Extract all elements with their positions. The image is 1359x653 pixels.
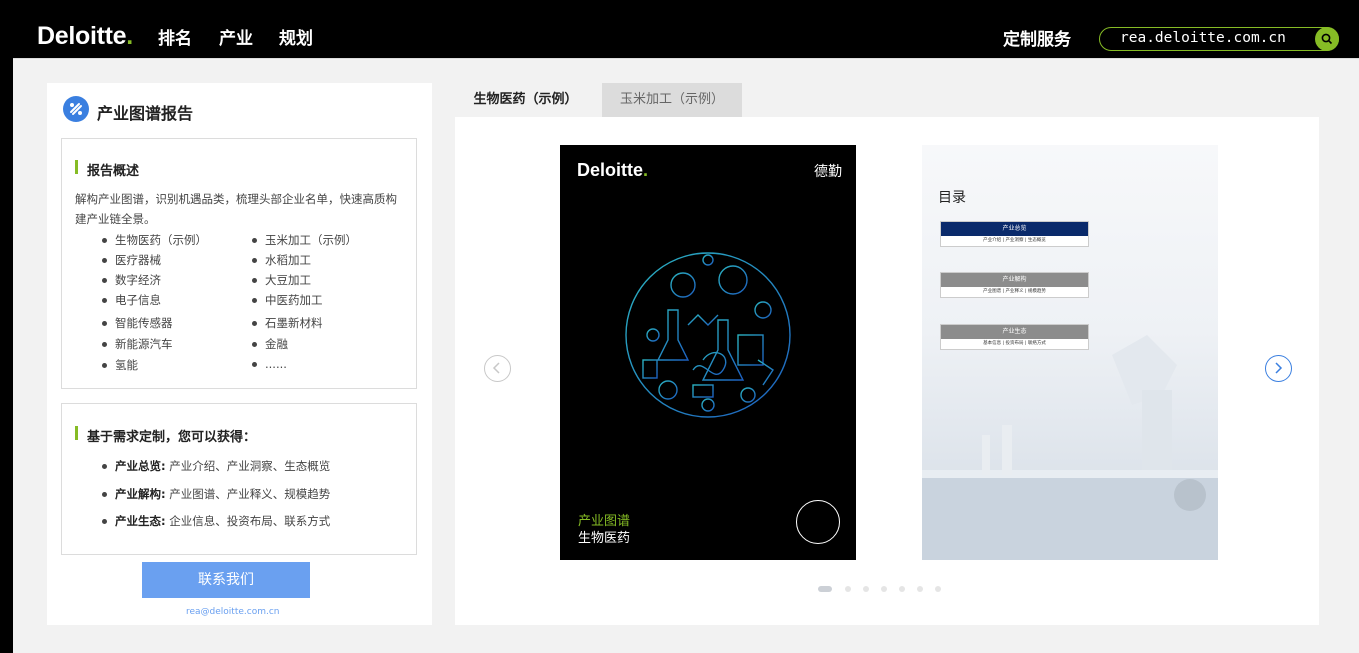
toc-section-structure: 产业解构 产业图谱 | 产业释义 | 规模趋势 (940, 272, 1089, 298)
toc-section-title: 产业总览 (941, 222, 1088, 236)
bullet-icon (252, 362, 257, 367)
bullet-icon (102, 238, 107, 243)
nav-item-custom-service[interactable]: 定制服务 (1003, 25, 1071, 50)
list-item: 水稻加工 (252, 252, 311, 268)
deloitte-logo[interactable]: Deloitte. (37, 22, 133, 51)
overview-heading: 报告概述 (87, 164, 140, 179)
nav-item-ranking[interactable]: 排名 (158, 24, 192, 49)
bullet-icon (102, 321, 107, 326)
report-toc-page: 目录 产业总览 产业介绍 | 产业洞察 | 生态概览 产业解构 产业图谱 | 产… (922, 145, 1218, 560)
list-item: 生物医药（示例） (102, 232, 207, 248)
cover-logo: Deloitte. (577, 160, 649, 180)
site-search-box[interactable]: rea.deloitte.com.cn (1099, 27, 1339, 51)
biomedicine-illustration-icon (625, 252, 791, 418)
list-item: 产业生态: 企业信息、投资布局、联系方式 (102, 513, 330, 529)
list-item: 中医药加工 (252, 292, 323, 308)
report-cover-page: Deloitte. 德勤 产业图谱 生物医药 (560, 145, 856, 560)
list-item: 金融 (252, 336, 288, 352)
bullet-icon (252, 278, 257, 283)
cover-brand-cn: 德勤 (814, 164, 842, 180)
pagination-dot[interactable] (917, 586, 923, 592)
list-item: 氢能 (102, 357, 138, 373)
section-accent-bar (75, 426, 78, 440)
tab-biomedicine[interactable]: 生物医药（示例） (455, 83, 596, 117)
bullet-icon (252, 238, 257, 243)
bullet-icon (102, 464, 107, 469)
bullet-icon (102, 342, 107, 347)
pagination-dot[interactable] (845, 586, 851, 592)
custom-heading: 基于需求定制，您可以获得： (87, 430, 257, 445)
cover-title-line2: 生物医药 (578, 531, 631, 546)
contact-us-button[interactable]: 联系我们 (142, 562, 310, 598)
bullet-icon (102, 278, 107, 283)
nav-item-industry[interactable]: 产业 (219, 24, 253, 49)
pagination-dot[interactable] (881, 586, 887, 592)
pagination-dot[interactable] (863, 586, 869, 592)
list-item: 医疗器械 (102, 252, 161, 268)
map-report-icon (63, 96, 89, 122)
toc-section-title: 产业生态 (941, 325, 1088, 339)
list-item: 产业解构: 产业图谱、产业释义、规模趋势 (102, 486, 330, 502)
list-item: 电子信息 (102, 292, 161, 308)
chevron-right-icon (1275, 362, 1283, 374)
nav-item-planning[interactable]: 规划 (279, 24, 313, 49)
pagination-dot[interactable] (935, 586, 941, 592)
contact-email-link[interactable]: rea@deloitte.com.cn (186, 607, 280, 617)
toc-section-overview: 产业总览 产业介绍 | 产业洞察 | 生态概览 (940, 221, 1089, 247)
toc-section-title: 产业解构 (941, 273, 1088, 287)
bullet-icon (252, 258, 257, 263)
carousel-prev-button[interactable] (484, 355, 511, 382)
list-item: 数字经济 (102, 272, 161, 288)
panel-title: 产业图谱报告 (97, 104, 194, 123)
bullet-icon (102, 519, 107, 524)
pagination-dot[interactable] (899, 586, 905, 592)
list-item: 玉米加工（示例） (252, 232, 357, 248)
search-icon[interactable] (1315, 27, 1339, 51)
bullet-icon (102, 298, 107, 303)
carousel-next-button[interactable] (1265, 355, 1292, 382)
toc-section-ecosystem: 产业生态 基本信息 | 投资布局 | 联络方式 (940, 324, 1089, 350)
anniversary-badge-icon (796, 500, 840, 544)
list-item: 新能源汽车 (102, 336, 173, 352)
site-url-text: rea.deloitte.com.cn (1120, 30, 1286, 46)
bullet-icon (102, 258, 107, 263)
toc-title: 目录 (938, 190, 966, 206)
pagination-dot-active[interactable] (818, 586, 832, 592)
overview-description: 解构产业图谱，识别机遇品类，梳理头部企业名单，快速高质构建产业链全景。 (75, 192, 397, 226)
bullet-icon (252, 321, 257, 326)
top-navigation-bar: Deloitte. 排名 产业 规划 定制服务 rea.deloitte.com… (0, 0, 1359, 58)
page-frame-edge (8, 58, 13, 653)
list-item: 智能传感器 (102, 315, 173, 331)
toc-section-items: 基本信息 | 投资布局 | 联络方式 (983, 341, 1046, 346)
list-item: ...... (252, 357, 287, 371)
tab-corn-processing[interactable]: 玉米加工（示例） (602, 83, 742, 117)
bullet-icon (252, 342, 257, 347)
list-item: 石墨新材料 (252, 315, 323, 331)
list-item: 产业总览: 产业介绍、产业洞察、生态概览 (102, 458, 330, 474)
carousel-pagination (818, 586, 948, 592)
bullet-icon (252, 298, 257, 303)
section-accent-bar (75, 160, 78, 174)
bullet-icon (102, 492, 107, 497)
list-item: 大豆加工 (252, 272, 311, 288)
bullet-icon (102, 363, 107, 368)
toc-section-items: 产业图谱 | 产业释义 | 规模趋势 (983, 289, 1046, 294)
toc-section-items: 产业介绍 | 产业洞察 | 生态概览 (983, 238, 1046, 243)
chevron-left-icon (492, 362, 500, 374)
